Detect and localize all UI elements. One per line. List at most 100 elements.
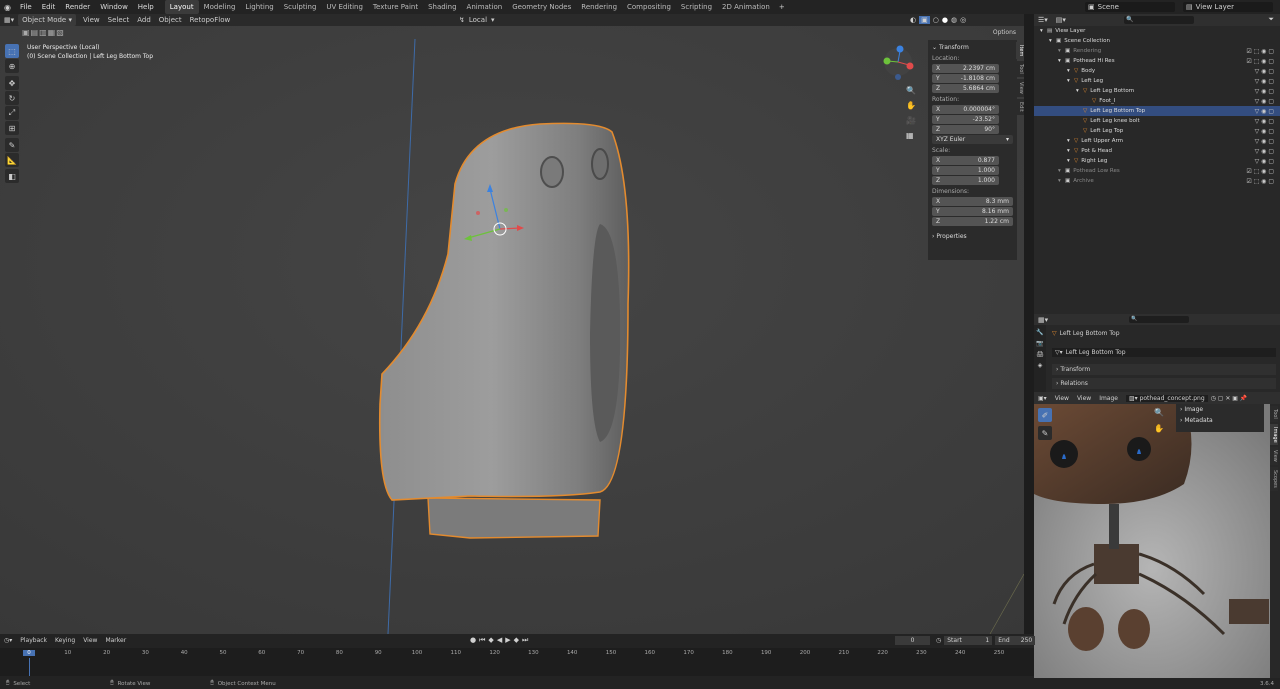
3d-viewport[interactable]: ▦▾ Object Mode ▾ View Select Add Object Reto… [0, 14, 1024, 634]
dimensions-field-x[interactable]: X 8.3 mm [932, 197, 1013, 206]
rotation-field-y[interactable]: Y -23.52° [932, 115, 999, 124]
visibility-toggles[interactable]: ▽ ◉ ▢ [1255, 98, 1274, 105]
timeline-editor-icon[interactable]: ◷▾ [0, 637, 16, 644]
image-tab-image[interactable]: Image [1270, 423, 1278, 446]
timeline-menu-playback[interactable]: Playback [16, 637, 51, 644]
tab-rendering[interactable]: Rendering [576, 0, 622, 14]
sample-tool-icon[interactable]: ✐ [1038, 408, 1052, 422]
outliner-item[interactable]: ▾ ▣ Scene Collection [1034, 36, 1280, 46]
visibility-toggles[interactable]: ☑ ⬚ ◉ ▢ [1246, 178, 1274, 185]
menu-edit[interactable]: Edit [37, 0, 61, 14]
add-cube-tool-icon[interactable]: ◧ [5, 169, 19, 183]
tab-layout[interactable]: Layout [164, 0, 199, 14]
outliner-item[interactable]: ▾ ▽ Left Upper Arm ▽ ◉ ▢ [1034, 136, 1280, 146]
move-tool-icon[interactable]: ✥ [5, 76, 19, 90]
visibility-toggles[interactable]: ▽ ◉ ▢ [1255, 138, 1274, 145]
tool-tab-icon[interactable]: 🔧 [1036, 329, 1043, 336]
add-workspace-icon[interactable]: + [775, 3, 789, 11]
outliner-item[interactable]: ▽ Left Leg Bottom Top ▽ ◉ ▢ [1034, 106, 1280, 116]
select-mode-icons[interactable]: ▣▤▥▦▧ [22, 28, 65, 37]
scale-field-z[interactable]: Z 1.000 [932, 176, 999, 185]
menu-help[interactable]: Help [133, 0, 159, 14]
viewport-menu-add[interactable]: Add [133, 14, 155, 26]
tab-2d-animation[interactable]: 2D Animation [717, 0, 775, 14]
outliner-item[interactable]: ▾ ▽ Right Leg ▽ ◉ ▢ [1034, 156, 1280, 166]
expand-arrow-icon[interactable]: ▾ [1058, 168, 1065, 174]
viewport-menu-object[interactable]: Object [155, 14, 186, 26]
outliner-search-input[interactable]: 🔍 [1124, 16, 1194, 24]
select-box-tool-icon[interactable]: ⬚ [5, 44, 19, 58]
properties-header[interactable]: › Properties [928, 231, 1017, 242]
transform-header[interactable]: ⌄ Transform [928, 40, 1017, 53]
tab-scripting[interactable]: Scripting [676, 0, 717, 14]
scene-selector[interactable]: ▣ Scene [1085, 2, 1175, 12]
outliner-item[interactable]: ▾ ▤ View Layer [1034, 26, 1280, 36]
play-reverse-icon[interactable]: ◀ [497, 636, 502, 644]
relations-section[interactable]: › Relations [1052, 378, 1276, 389]
tab-modeling[interactable]: Modeling [199, 0, 241, 14]
tab-lighting[interactable]: Lighting [240, 0, 278, 14]
filter-icon[interactable]: ⏷ [1268, 15, 1274, 24]
mode-dropdown[interactable]: Object Mode ▾ [18, 14, 76, 26]
timeline-menu-marker[interactable]: Marker [101, 637, 130, 644]
prev-key-icon[interactable]: ◆ [488, 636, 493, 644]
visibility-toggles[interactable]: ▽ ◉ ▢ [1255, 108, 1274, 115]
jump-end-icon[interactable]: ⏭ [522, 636, 528, 645]
outliner-item[interactable]: ▾ ▽ Body ▽ ◉ ▢ [1034, 66, 1280, 76]
tab-animation[interactable]: Animation [462, 0, 508, 14]
play-icon[interactable]: ▶ [505, 636, 510, 644]
render-tab-icon[interactable]: 📷 [1036, 340, 1043, 347]
record-icon[interactable]: ● [470, 636, 476, 644]
expand-arrow-icon[interactable]: ▾ [1040, 28, 1047, 34]
timeline-menu-keying[interactable]: Keying [51, 637, 79, 644]
annotate-tool-icon[interactable]: ✎ [5, 138, 19, 152]
properties-search-input[interactable]: 🔍 [1129, 316, 1189, 323]
current-frame-field[interactable]: 0 [895, 635, 930, 645]
outliner-item[interactable]: ▾ ▽ Left Leg Bottom ▽ ◉ ▢ [1034, 86, 1280, 96]
expand-arrow-icon[interactable]: ▾ [1067, 148, 1074, 154]
sidebar-tab-tool[interactable]: Tool [1016, 61, 1024, 78]
xray-icon[interactable]: ▣ [919, 16, 930, 24]
visibility-toggles[interactable]: ▽ ◉ ▢ [1255, 128, 1274, 135]
outliner-item[interactable]: ▾ ▣ Pothead Hi Res ☑ ⬚ ◉ ▢ [1034, 56, 1280, 66]
visibility-toggles[interactable]: ▽ ◉ ▢ [1255, 158, 1274, 165]
rotation-field-z[interactable]: Z 90° [932, 125, 999, 134]
next-key-icon[interactable]: ◆ [514, 636, 519, 644]
expand-arrow-icon[interactable]: ▾ [1058, 58, 1065, 64]
expand-arrow-icon[interactable]: ▾ [1067, 68, 1074, 74]
scale-tool-icon[interactable]: ⤢ [5, 106, 19, 120]
tab-compositing[interactable]: Compositing [622, 0, 676, 14]
outliner-item[interactable]: ▽ Foot_I ▽ ◉ ▢ [1034, 96, 1280, 106]
menu-window[interactable]: Window [95, 0, 133, 14]
menu-file[interactable]: File [15, 0, 37, 14]
dimensions-field-z[interactable]: Z 1.22 cm [932, 217, 1013, 226]
view-menu[interactable]: View [1073, 395, 1095, 402]
image-tab-scopes[interactable]: Scopes [1270, 467, 1278, 492]
transform-orientation[interactable]: ↯ Local ▾ [455, 14, 499, 26]
transform-section[interactable]: › Transform [1052, 364, 1276, 375]
image-zoom-icon[interactable]: 🔍 [1154, 408, 1164, 417]
tab-geometry-nodes[interactable]: Geometry Nodes [507, 0, 576, 14]
jump-start-icon[interactable]: ⏮ [479, 636, 485, 645]
metadata-section[interactable]: › Metadata [1176, 415, 1264, 426]
visibility-toggles[interactable]: ▽ ◉ ▢ [1255, 68, 1274, 75]
timeline-ruler[interactable]: 0 10 20 30 40 50 60 70 80 90 100 110 120 130 140 150 160… [0, 648, 1034, 676]
location-field-z[interactable]: Z 5.6864 cm [932, 84, 999, 93]
visibility-toggles[interactable]: ☑ ⬚ ◉ ▢ [1246, 168, 1274, 175]
cursor-tool-icon[interactable]: ⊕ [5, 59, 19, 73]
visibility-toggles[interactable]: ▽ ◉ ▢ [1255, 78, 1274, 85]
expand-arrow-icon[interactable]: ▾ [1076, 88, 1083, 94]
tab-shading[interactable]: Shading [423, 0, 461, 14]
image-section[interactable]: › Image [1176, 404, 1264, 415]
expand-arrow-icon[interactable]: ▾ [1067, 138, 1074, 144]
clock-icon[interactable]: ◷ [936, 637, 941, 644]
scale-field-y[interactable]: Y 1.000 [932, 166, 999, 175]
object-data-field[interactable]: ▽▾ Left Leg Bottom Top [1052, 348, 1276, 357]
rotation-mode-dropdown[interactable]: XYZ Euler ▾ [932, 135, 1013, 144]
rendered-shading-icon[interactable]: ◎ [960, 16, 966, 24]
end-frame-field[interactable]: End 250 [995, 635, 1036, 645]
outliner-item[interactable]: ▽ Left Leg Top ▽ ◉ ▢ [1034, 126, 1280, 136]
expand-arrow-icon[interactable]: ▾ [1058, 48, 1065, 54]
sidebar-tab-item[interactable]: Item [1016, 42, 1024, 60]
visibility-toggles[interactable]: ☑ ⬚ ◉ ▢ [1246, 58, 1274, 65]
